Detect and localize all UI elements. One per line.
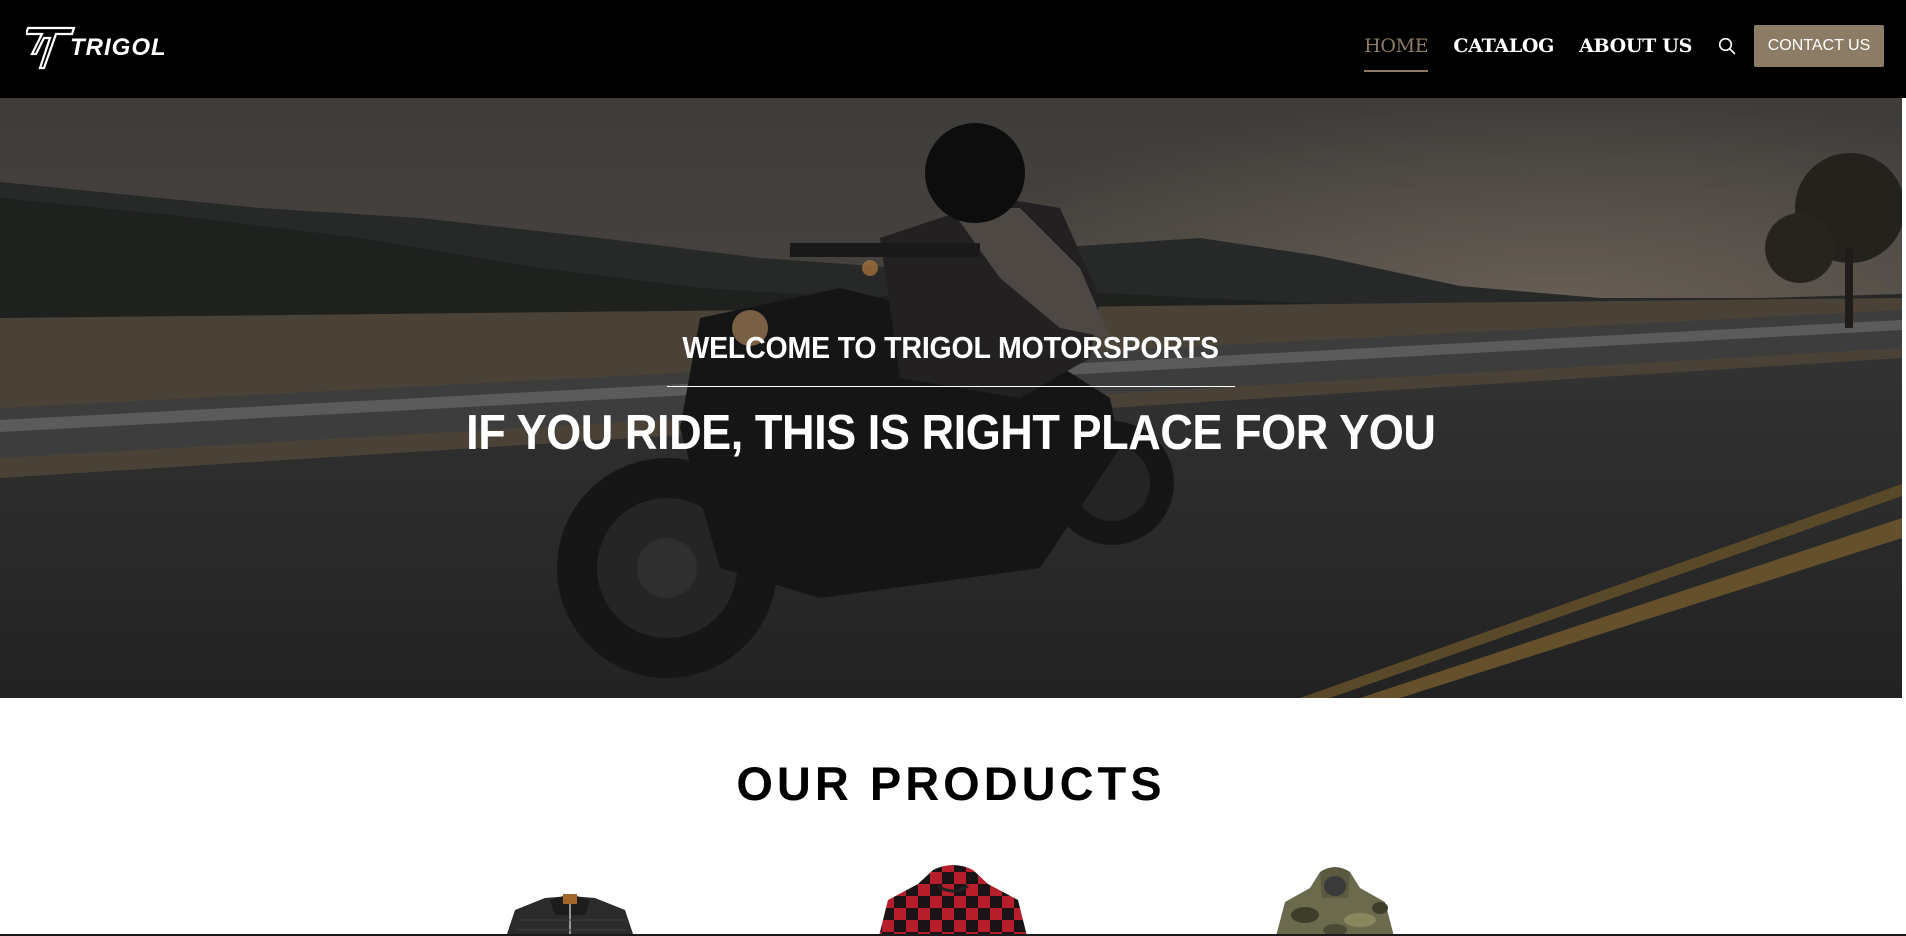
product-card-black-jacket[interactable] [475, 860, 665, 936]
page-edge [1902, 98, 1906, 936]
product-card-red-plaid-hoodie[interactable] [858, 860, 1048, 936]
product-image [879, 865, 1027, 936]
product-card-camo-hoodie[interactable] [1240, 860, 1430, 936]
svg-text:TRIGOL: TRIGOL [70, 34, 167, 61]
hero-text: WELCOME TO TRIGOL MOTORSPORTS IF YOU RID… [0, 330, 1902, 461]
nav-item-home[interactable]: HOME [1364, 0, 1429, 98]
product-image [506, 894, 634, 936]
products-title: OUR PRODUCTS [736, 757, 1166, 810]
contact-us-button[interactable]: CONTACT US [1754, 25, 1884, 67]
site-header: TRIGOL HOME CATALOG ABOUT US CONTACT US [0, 0, 1906, 98]
search-icon[interactable] [1716, 35, 1738, 57]
main-nav: HOME CATALOG ABOUT US CONTACT US [1339, 0, 1884, 98]
nav-item-catalog[interactable]: CATALOG [1453, 0, 1554, 98]
nav-item-about-us[interactable]: ABOUT US [1579, 0, 1692, 98]
trigol-logo-icon: TRIGOL [26, 26, 167, 70]
product-image [1276, 867, 1394, 936]
hero-title: IF YOU RIDE, THIS IS RIGHT PLACE FOR YOU [466, 406, 1436, 460]
page: TRIGOL HOME CATALOG ABOUT US CONTACT US [0, 0, 1906, 936]
hero-subtitle: WELCOME TO TRIGOL MOTORSPORTS [682, 330, 1220, 365]
hero-banner: WELCOME TO TRIGOL MOTORSPORTS IF YOU RID… [0, 98, 1902, 698]
hero-divider [667, 386, 1235, 387]
brand-logo[interactable]: TRIGOL [26, 19, 204, 79]
products-section: OUR PRODUCTS [0, 698, 1902, 936]
